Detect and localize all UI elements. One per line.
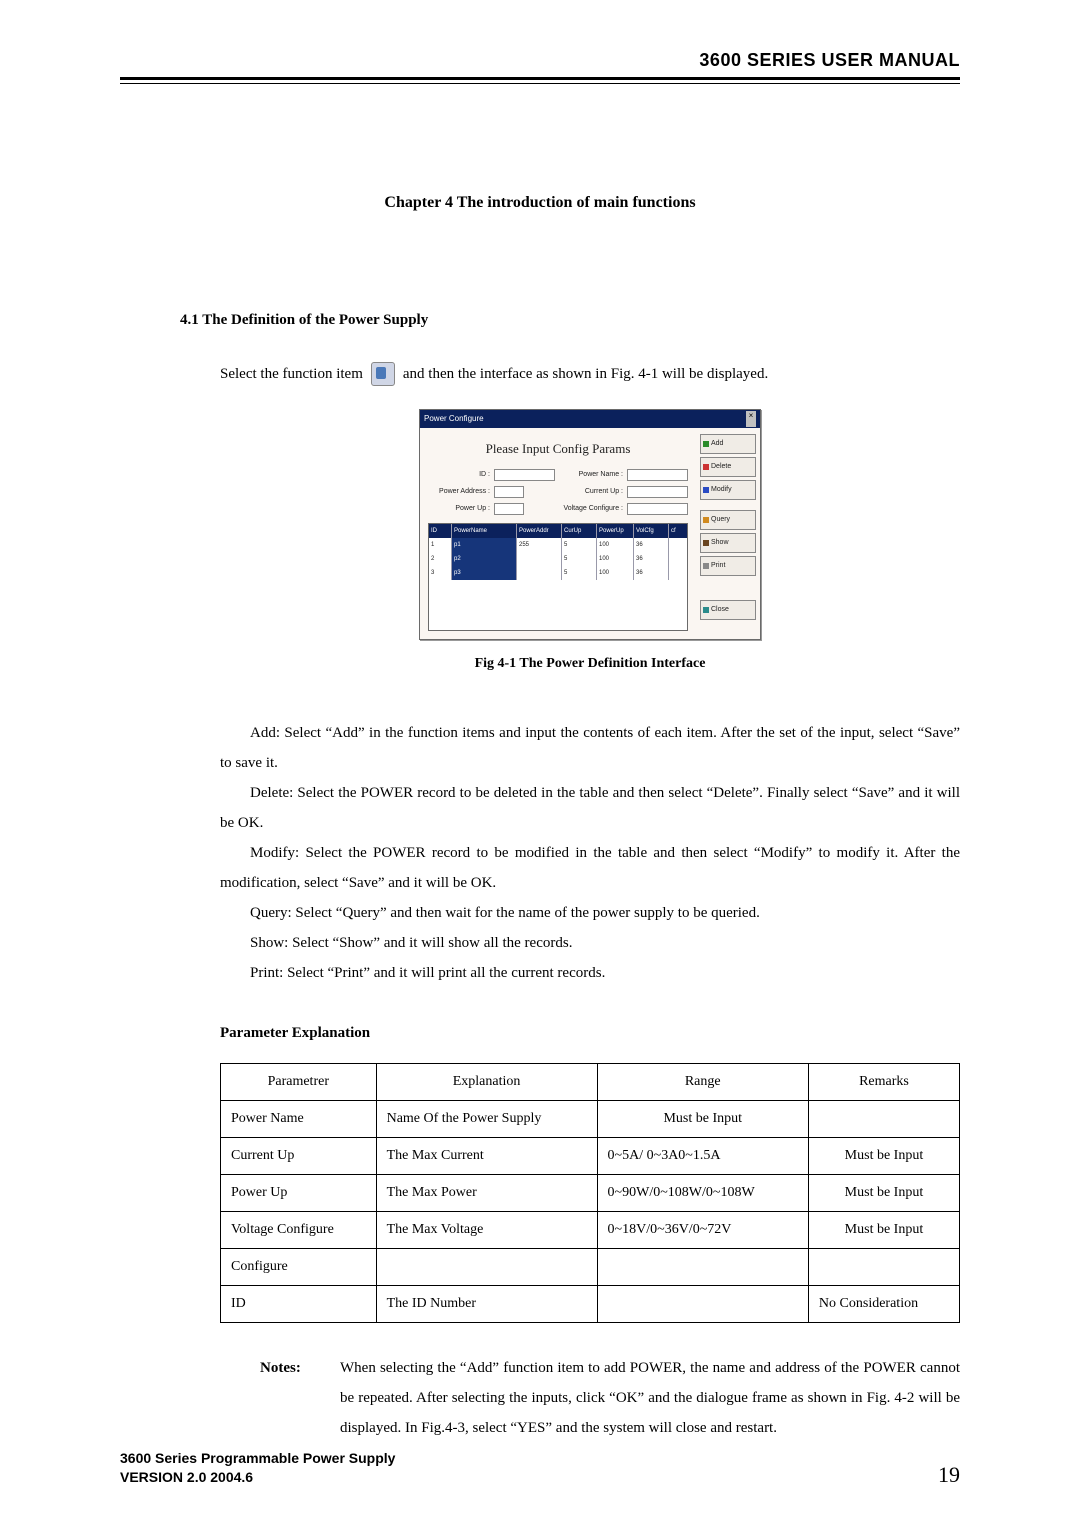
door-icon xyxy=(703,607,709,613)
power-config-dialog: Power Configure × Please Input Config Pa… xyxy=(419,409,761,640)
footer-line2: VERSION 2.0 2004.6 xyxy=(120,1468,395,1488)
dialog-button-panel: Add Delete Modify Query Show Print Close xyxy=(696,428,760,639)
dialog-heading: Please Input Config Params xyxy=(428,432,688,468)
id-field[interactable] xyxy=(494,469,555,481)
col-id: ID xyxy=(429,524,452,538)
notes-label: Notes: xyxy=(220,1353,340,1443)
search-icon xyxy=(703,517,709,523)
dialog-title-text: Power Configure xyxy=(424,411,484,427)
printer-icon xyxy=(703,563,709,569)
table-row: Power Name Name Of the Power Supply Must… xyxy=(221,1101,960,1138)
figure-caption: Fig 4-1 The Power Definition Interface xyxy=(220,650,960,678)
power-config-icon xyxy=(371,362,395,386)
select-function-line: Select the function item and then the in… xyxy=(220,359,960,389)
notes: Notes: When selecting the “Add” function… xyxy=(220,1353,960,1443)
dialog-table: ID PowerName PowerAddr CurUp PowerUp Vol… xyxy=(428,523,688,631)
voltage-configure-label: Voltage Configure : xyxy=(561,502,627,516)
th-explanation: Explanation xyxy=(376,1064,597,1101)
chapter-title: Chapter 4 The introduction of main funct… xyxy=(120,194,960,212)
table-row: Power Up The Max Power 0~90W/0~108W/0~10… xyxy=(221,1175,960,1212)
delete-button[interactable]: Delete xyxy=(700,457,756,477)
page-footer: 3600 Series Programmable Power Supply VE… xyxy=(120,1449,960,1488)
parameter-table: Parametrer Explanation Range Remarks Pow… xyxy=(220,1063,960,1323)
modify-button[interactable]: Modify xyxy=(700,480,756,500)
para-show: Show: Select “Show” and it will show all… xyxy=(220,928,960,958)
power-name-label: Power Name : xyxy=(561,468,627,482)
th-parameter: Parametrer xyxy=(221,1064,377,1101)
col-vc: VolCfg xyxy=(634,524,669,538)
section-title: 4.1 The Definition of the Power Supply xyxy=(180,312,960,329)
add-button[interactable]: Add xyxy=(700,434,756,454)
table-row: Current Up The Max Current 0~5A/ 0~3A0~1… xyxy=(221,1138,960,1175)
select-after: and then the interface as shown in Fig. … xyxy=(403,359,768,389)
select-before: Select the function item xyxy=(220,359,363,389)
voltage-configure-field[interactable] xyxy=(627,503,688,515)
col-name: PowerName xyxy=(452,524,517,538)
close-button[interactable]: Close xyxy=(700,600,756,620)
power-up-label: Power Up : xyxy=(428,502,494,516)
para-query: Query: Select “Query” and then wait for … xyxy=(220,898,960,928)
page-number: 19 xyxy=(938,1462,960,1488)
para-modify: Modify: Select the POWER record to be mo… xyxy=(220,838,960,898)
query-button[interactable]: Query xyxy=(700,510,756,530)
figure-4-1: Power Configure × Please Input Config Pa… xyxy=(220,409,960,640)
col-cf: cf xyxy=(669,524,687,538)
show-button[interactable]: Show xyxy=(700,533,756,553)
parameter-explanation-heading: Parameter Explanation xyxy=(220,1018,960,1048)
power-up-field[interactable] xyxy=(494,503,524,515)
dialog-titlebar: Power Configure × xyxy=(420,410,760,428)
id-label: ID : xyxy=(428,468,494,482)
header-title: 3600 SERIES USER MANUAL xyxy=(120,50,960,71)
current-up-label: Current Up : xyxy=(561,485,627,499)
notes-body: When selecting the “Add” function item t… xyxy=(340,1353,960,1443)
th-range: Range xyxy=(597,1064,808,1101)
table-row: Configure xyxy=(221,1249,960,1286)
close-icon[interactable]: × xyxy=(746,411,756,427)
para-print: Print: Select “Print” and it will print … xyxy=(220,958,960,988)
header-rule xyxy=(120,77,960,84)
table-row[interactable]: 1 p1 255 5 100 36 xyxy=(429,538,687,552)
power-address-field[interactable] xyxy=(494,486,524,498)
list-icon xyxy=(703,540,709,546)
power-name-field[interactable] xyxy=(627,469,688,481)
minus-icon xyxy=(703,464,709,470)
table-row: ID The ID Number No Consideration xyxy=(221,1286,960,1323)
col-pa: PowerAddr xyxy=(517,524,562,538)
footer-line1: 3600 Series Programmable Power Supply xyxy=(120,1449,395,1469)
para-add: Add: Select “Add” in the function items … xyxy=(220,718,960,778)
para-delete: Delete: Select the POWER record to be de… xyxy=(220,778,960,838)
print-button[interactable]: Print xyxy=(700,556,756,576)
pencil-icon xyxy=(703,487,709,493)
current-up-field[interactable] xyxy=(627,486,688,498)
table-row: Voltage Configure The Max Voltage 0~18V/… xyxy=(221,1212,960,1249)
col-cu: CurUp xyxy=(562,524,597,538)
plus-icon xyxy=(703,441,709,447)
table-row[interactable]: 2 p2 5 100 36 xyxy=(429,552,687,566)
table-row[interactable]: 3 p3 5 100 36 xyxy=(429,566,687,580)
col-pu: PowerUp xyxy=(597,524,634,538)
th-remarks: Remarks xyxy=(808,1064,959,1101)
power-address-label: Power Address : xyxy=(428,485,494,499)
